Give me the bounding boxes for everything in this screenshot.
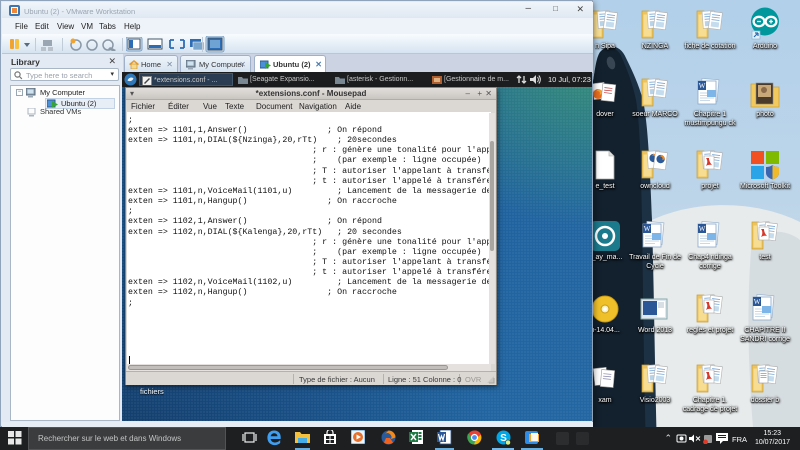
svg-text:W: W: [644, 225, 651, 233]
svg-text:W: W: [754, 298, 761, 306]
svg-text:W: W: [699, 82, 706, 90]
svg-text:W: W: [699, 225, 706, 233]
